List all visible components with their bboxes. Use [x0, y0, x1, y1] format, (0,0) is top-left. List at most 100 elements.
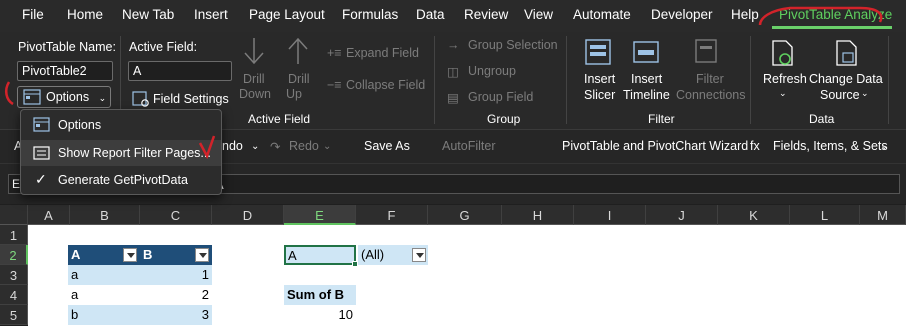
table-cell[interactable]: 3	[140, 305, 212, 325]
row-header-1[interactable]: 1	[0, 225, 28, 245]
tab-help[interactable]: Help	[731, 7, 759, 22]
expand-field-button[interactable]: Expand Field	[346, 46, 419, 60]
formula-input[interactable]: A	[210, 174, 900, 194]
insert-slicer-label-1[interactable]: Insert	[584, 72, 615, 86]
refresh-icon	[772, 40, 793, 66]
group-field-icon: ▤	[447, 91, 459, 105]
tab-automate[interactable]: Automate	[573, 7, 631, 22]
tab-new-tab[interactable]: New Tab	[122, 7, 174, 22]
table-cell[interactable]: 1	[140, 265, 212, 285]
column-header-b[interactable]: B	[70, 205, 140, 225]
tab-data[interactable]: Data	[416, 7, 445, 22]
tab-review[interactable]: Review	[464, 7, 508, 22]
menu-item-generate-getpivotdata-label: Generate GetPivotData	[58, 173, 188, 187]
column-header-k[interactable]: K	[718, 205, 790, 225]
data-group-label: Data	[809, 112, 835, 126]
slicer-icon	[585, 39, 611, 65]
tab-developer[interactable]: Developer	[651, 7, 713, 22]
tab-insert[interactable]: Insert	[194, 7, 228, 22]
tab-page-layout[interactable]: Page Layout	[249, 7, 325, 22]
pivot-filter-dropdown-icon[interactable]	[412, 248, 426, 262]
divider	[434, 36, 435, 124]
redo-button[interactable]: Redo	[289, 139, 319, 153]
pivot-sum-header[interactable]: Sum of B	[284, 285, 356, 305]
filter-group-label: Filter	[648, 112, 675, 126]
group-selection-button[interactable]: Group Selection	[468, 38, 558, 52]
pivot-filter-field-cell[interactable]: A	[284, 245, 356, 265]
drill-down-label-1: Drill	[243, 72, 265, 86]
tab-formulas[interactable]: Formulas	[342, 7, 398, 22]
fields-items-button[interactable]: Fields, Items, & Sets	[773, 139, 888, 153]
select-all-corner[interactable]	[0, 205, 28, 225]
field-settings-icon	[132, 91, 149, 107]
pivot-name-label: PivotTable Name:	[18, 40, 116, 54]
row-header-5[interactable]: 5	[0, 305, 28, 325]
filter-connections-icon	[695, 39, 717, 63]
table-cell[interactable]: b	[68, 305, 140, 325]
divider	[566, 36, 567, 124]
group-field-button[interactable]: Group Field	[468, 90, 533, 104]
refresh-button[interactable]: Refresh	[763, 72, 807, 86]
drill-down-label-2: Down	[239, 87, 271, 101]
menu-item-show-report-filter-pages[interactable]: Show Report Filter Pages...	[21, 140, 221, 166]
insert-timeline-label-1[interactable]: Insert	[631, 72, 662, 86]
chevron-down-icon: ⌄	[251, 141, 260, 152]
field-settings-button[interactable]: Field Settings	[128, 88, 229, 110]
row-header-2[interactable]: 2	[0, 245, 28, 265]
collapse-field-button[interactable]: Collapse Field	[346, 78, 425, 92]
tab-file[interactable]: File	[22, 7, 44, 22]
active-tab-underline	[772, 26, 892, 29]
chevron-down-icon: ⌄	[861, 88, 869, 98]
tab-pivottable-analyze[interactable]: PivotTable Analyze	[779, 7, 892, 22]
ungroup-icon: ◫	[447, 65, 459, 79]
change-data-source-label-2[interactable]: Source	[820, 88, 860, 102]
menu-item-options[interactable]: Options	[21, 112, 221, 138]
undo-button[interactable]: ndo	[222, 139, 243, 153]
divider	[888, 36, 889, 124]
pivot-name-input[interactable]: PivotTable2	[17, 61, 113, 81]
autofilter-button[interactable]: AutoFilter	[442, 139, 496, 153]
expand-field-icon: +≡	[327, 46, 342, 60]
field-settings-label: Field Settings	[153, 92, 229, 106]
menu-item-generate-getpivotdata[interactable]: ✓ Generate GetPivotData	[21, 167, 221, 193]
filter-connections-label-1[interactable]: Filter	[696, 72, 724, 86]
table-cell[interactable]: a	[68, 285, 140, 305]
drill-down-icon	[244, 38, 264, 65]
chevron-down-icon: ⌄	[98, 93, 107, 103]
drill-up-icon	[288, 37, 308, 64]
chevron-down-icon: ⌄	[880, 141, 889, 152]
row-header-3[interactable]: 3	[0, 265, 28, 285]
table-cell[interactable]: a	[68, 265, 140, 285]
filter-dropdown-icon[interactable]	[123, 248, 137, 262]
save-as-button[interactable]: Save As	[364, 139, 410, 153]
column-header-e[interactable]: E	[284, 205, 356, 225]
options-button[interactable]: Options ⌄	[17, 86, 111, 108]
report-filter-pages-icon	[33, 146, 50, 160]
insert-slicer-label-2[interactable]: Slicer	[584, 88, 615, 102]
row-header-4[interactable]: 4	[0, 285, 28, 305]
table-cell[interactable]: 2	[140, 285, 212, 305]
active-field-group-label: Active Field	[248, 112, 311, 126]
timeline-icon	[633, 41, 659, 63]
active-field-input[interactable]: A	[128, 61, 232, 81]
column-header-j[interactable]: J	[646, 205, 718, 225]
column-header-i[interactable]: I	[574, 205, 646, 225]
column-header-g[interactable]: G	[428, 205, 502, 225]
drill-up-label-2: Up	[286, 87, 302, 101]
column-header-l[interactable]: L	[790, 205, 860, 225]
tab-view[interactable]: View	[524, 7, 553, 22]
column-header-d[interactable]: D	[212, 205, 284, 225]
filter-dropdown-icon[interactable]	[195, 248, 209, 262]
insert-timeline-label-2[interactable]: Timeline	[623, 88, 670, 102]
filter-connections-label-2[interactable]: Connections	[676, 88, 746, 102]
column-header-a[interactable]: A	[28, 205, 70, 225]
column-header-m[interactable]: M	[860, 205, 906, 225]
change-data-source-label-1[interactable]: Change Data	[809, 72, 883, 86]
column-header-c[interactable]: C	[140, 205, 212, 225]
column-header-h[interactable]: H	[502, 205, 574, 225]
ungroup-button[interactable]: Ungroup	[468, 64, 516, 78]
pivot-wizard-button[interactable]: PivotTable and PivotChart Wizard	[562, 139, 748, 153]
column-header-f[interactable]: F	[356, 205, 428, 225]
pivot-sum-value[interactable]: 10	[284, 305, 356, 325]
tab-home[interactable]: Home	[67, 7, 103, 22]
